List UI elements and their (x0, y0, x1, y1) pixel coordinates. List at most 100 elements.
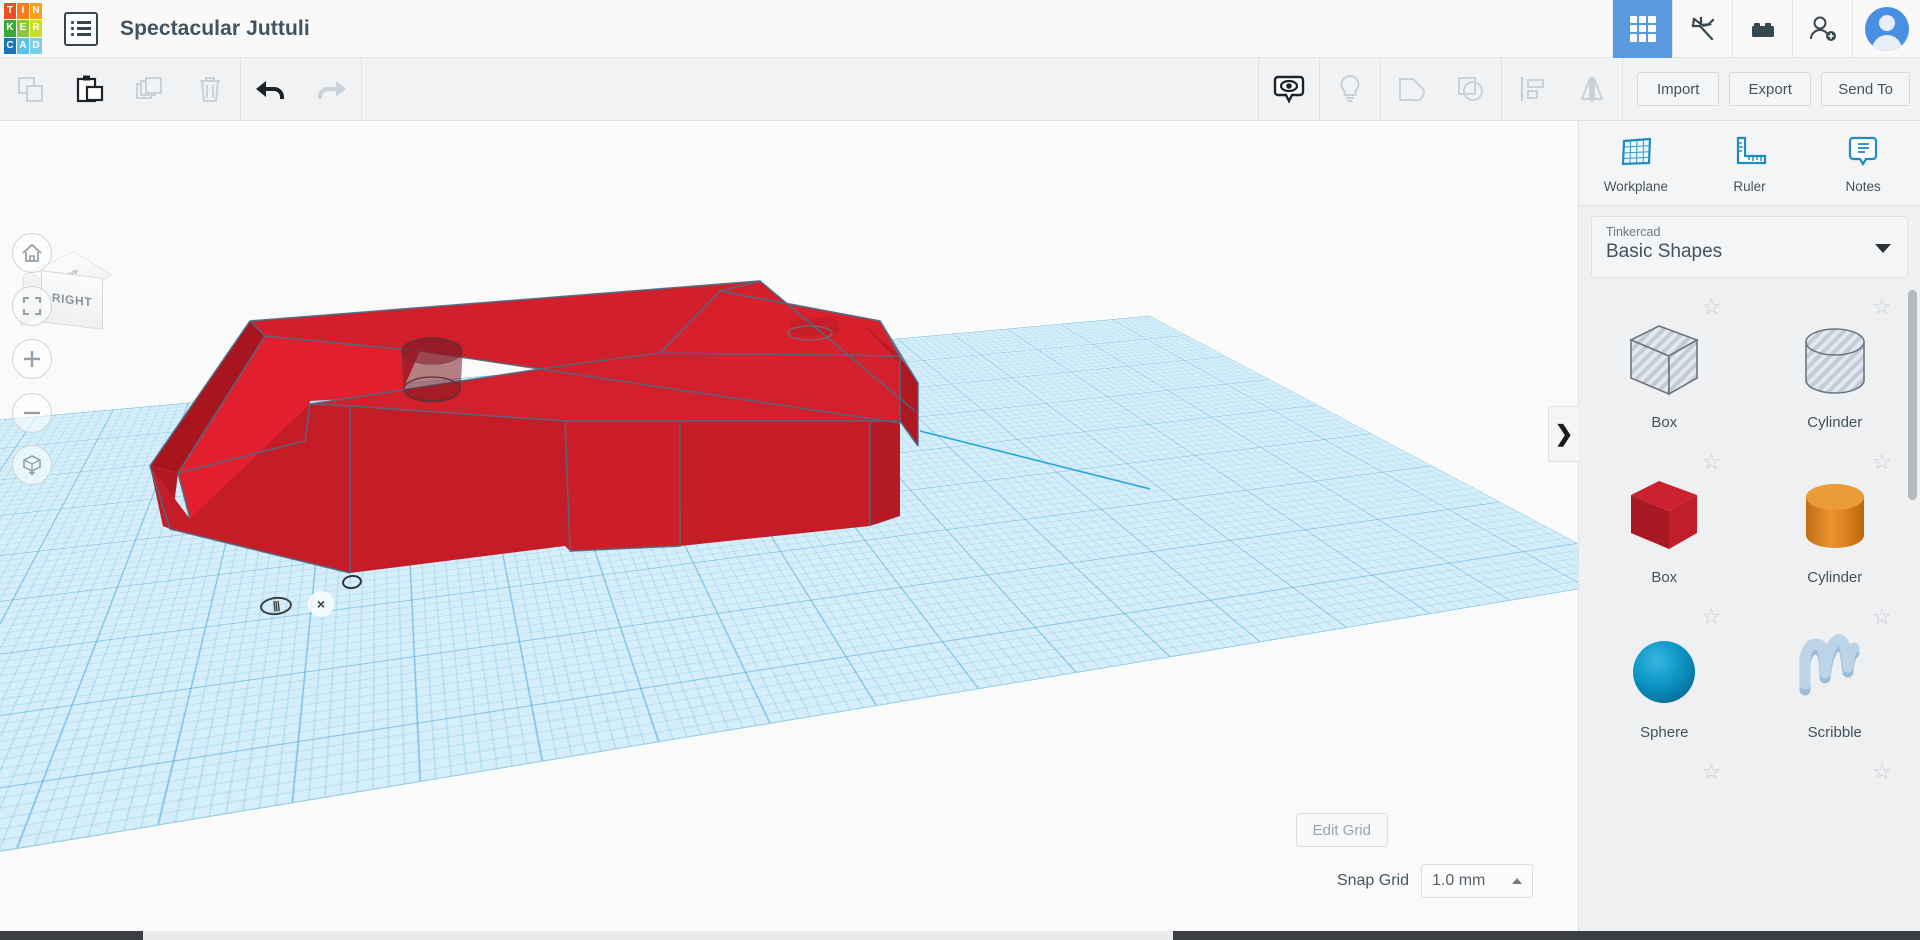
copy-button[interactable] (0, 58, 60, 121)
edit-grid-button[interactable]: Edit Grid (1295, 813, 1388, 847)
mirror-icon (1580, 76, 1604, 102)
solid-cylinder-thumbnail (1792, 473, 1878, 559)
red-model[interactable] (149, 280, 919, 574)
favorite-star-icon[interactable]: ☆ (1872, 296, 1894, 318)
favorite-star-icon[interactable]: ☆ (1702, 606, 1724, 628)
import-button[interactable]: Import (1637, 72, 1720, 106)
pickaxe-icon (1691, 16, 1715, 41)
ruler-tool[interactable]: Ruler (1693, 121, 1807, 205)
align-icon (1521, 77, 1545, 101)
shape-item-scribble[interactable]: ☆ Scribble (1750, 596, 1920, 751)
solid-box-thumbnail (1621, 473, 1707, 559)
ungroup-shapes-icon (1458, 77, 1484, 101)
clipboard-tool-group (0, 58, 240, 121)
list-menu-icon[interactable] (64, 11, 98, 46)
page-title[interactable]: Spectacular Juttuli (120, 17, 310, 41)
lightbulb-icon (1340, 74, 1360, 102)
undo-button[interactable] (241, 58, 301, 121)
view-tool-group (1259, 57, 1622, 121)
logo-letter: D (30, 37, 42, 55)
mirror-button[interactable] (1562, 58, 1622, 121)
top-header-bar: T I N K E R C A D Spectacular Juttuli (0, 0, 1920, 58)
favorite-star-icon[interactable]: ☆ (1872, 451, 1894, 473)
shape-label: Box (1651, 414, 1678, 431)
group-button[interactable] (1381, 58, 1441, 121)
shape-item-hole-box[interactable]: ☆ Box (1579, 286, 1750, 441)
send-to-button[interactable]: Send To (1821, 72, 1910, 106)
user-avatar-button[interactable] (1852, 0, 1920, 58)
group-shapes-icon (1399, 78, 1426, 102)
blocks-button[interactable] (1732, 0, 1792, 58)
zoom-in-button[interactable] (12, 339, 52, 379)
right-shapes-panel: ❯ Workplane Ruler Notes Tinkercad Basic … (1548, 121, 1920, 940)
designs-grid-button[interactable] (1612, 0, 1672, 58)
favorite-star-icon[interactable]: ☆ (1872, 606, 1894, 628)
model-3d-render[interactable] (0, 121, 1578, 933)
notes-tool[interactable]: Notes (1806, 121, 1920, 205)
undo-arrow-icon (256, 81, 284, 99)
shape-library-select[interactable]: Tinkercad Basic Shapes (1591, 216, 1908, 278)
panel-tools-row: Workplane Ruler Notes (1579, 121, 1920, 206)
copy-icon (18, 77, 43, 102)
toolbar-divider (361, 57, 362, 121)
duplicate-button[interactable] (120, 58, 180, 121)
shape-gallery[interactable]: ☆ Box ☆ Cylinder ☆ Box ☆ Cylinder ☆ Sphe… (1579, 286, 1920, 940)
logo-letter: A (17, 37, 29, 55)
grid-9-icon (1629, 15, 1656, 42)
plus-icon (24, 351, 40, 367)
3d-viewport[interactable]: TOP RIGHT (0, 121, 1578, 933)
snap-grid-select[interactable]: 1.0 mm (1421, 864, 1533, 898)
chevron-down-icon (1875, 244, 1891, 253)
logo-letter: K (4, 20, 16, 37)
collapse-panel-button[interactable]: ❯ (1548, 406, 1579, 462)
align-button[interactable] (1502, 58, 1562, 121)
redo-arrow-icon (318, 81, 346, 99)
show-hide-button[interactable] (1259, 58, 1319, 121)
shape-label: Cylinder (1807, 569, 1863, 586)
delete-button[interactable] (180, 58, 240, 121)
fit-to-view-button[interactable] (12, 286, 52, 326)
notes-tool-label: Notes (1845, 178, 1881, 194)
view-toggle-button[interactable] (12, 445, 52, 485)
ruler-tool-label: Ruler (1733, 178, 1766, 194)
tinkercad-logo[interactable]: T I N K E R C A D (4, 2, 42, 55)
light-button[interactable] (1320, 58, 1380, 121)
io-button-group: Import Export Send To (1623, 58, 1920, 121)
snap-grid-control: Snap Grid 1.0 mm (1337, 864, 1533, 898)
export-button[interactable]: Export (1729, 72, 1812, 106)
shape-item-partial[interactable]: ☆ (1750, 751, 1920, 791)
snap-grid-value: 1.0 mm (1432, 872, 1486, 889)
favorite-star-icon[interactable]: ☆ (1872, 761, 1894, 783)
duplicate-icon (136, 77, 162, 99)
shape-label: Cylinder (1807, 414, 1863, 431)
origin-marker-icon[interactable]: × (308, 591, 334, 617)
redo-button[interactable] (301, 58, 361, 121)
logo-letter: I (17, 2, 29, 20)
fit-frame-icon (23, 297, 41, 315)
hole-cylinder-thumbnail (1792, 318, 1878, 404)
chevron-right-icon: ❯ (1554, 421, 1574, 446)
shape-item-hole-cylinder[interactable]: ☆ Cylinder (1750, 286, 1920, 441)
shape-item-solid-box[interactable]: ☆ Box (1579, 441, 1750, 596)
shape-item-solid-cylinder[interactable]: ☆ Cylinder (1750, 441, 1920, 596)
cylinder-hole[interactable] (401, 337, 463, 403)
home-view-button[interactable] (12, 233, 52, 273)
add-person-icon (1809, 16, 1836, 41)
invite-people-button[interactable] (1792, 0, 1852, 58)
horizontal-scrollbar-thumb[interactable] (143, 931, 1173, 940)
paste-button[interactable] (60, 58, 120, 121)
notes-bubble-icon (1849, 136, 1878, 166)
zoom-out-button[interactable] (12, 393, 52, 433)
favorite-star-icon[interactable]: ☆ (1702, 451, 1724, 473)
ruler-icon (1736, 136, 1766, 164)
shape-item-partial[interactable]: ☆ (1579, 751, 1750, 791)
logo-letter: N (30, 2, 42, 20)
horizontal-scrollbar[interactable] (0, 931, 1920, 940)
codeblocks-button[interactable] (1672, 0, 1732, 58)
workplane-tool[interactable]: Workplane (1579, 121, 1693, 205)
header-actions (1612, 0, 1920, 58)
favorite-star-icon[interactable]: ☆ (1702, 761, 1724, 783)
favorite-star-icon[interactable]: ☆ (1702, 296, 1724, 318)
ungroup-button[interactable] (1441, 58, 1501, 121)
shape-item-sphere[interactable]: ☆ Sphere (1579, 596, 1750, 751)
